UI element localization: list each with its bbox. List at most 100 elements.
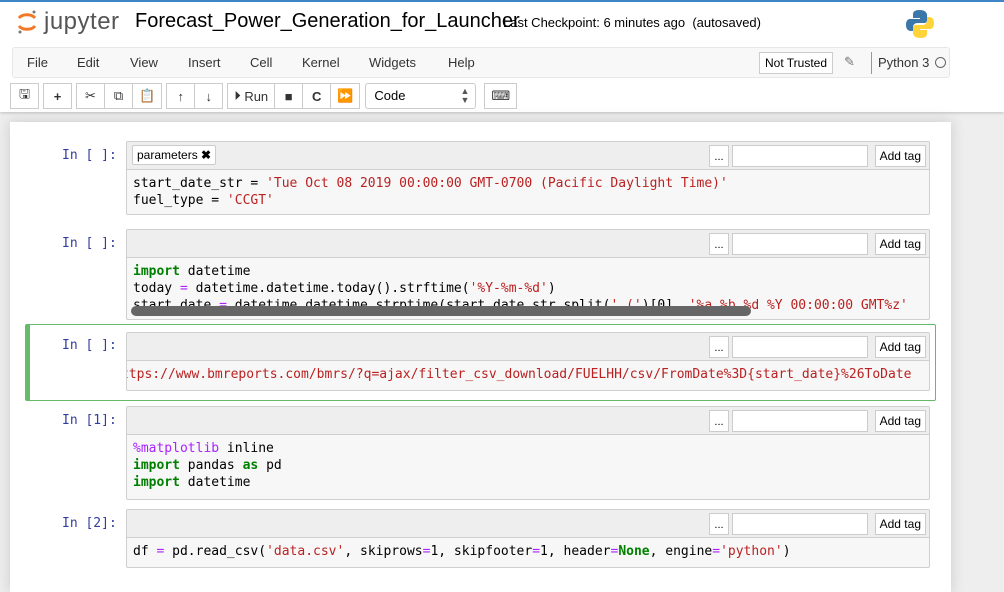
kernel-indicator: Python 3 — [871, 52, 947, 74]
input-prompt: In [ ]: — [62, 236, 117, 251]
add-tag-button[interactable]: Add tag — [874, 513, 926, 535]
add-cell-icon[interactable]: + — [43, 83, 72, 109]
move-up-icon[interactable]: ↑ — [166, 83, 196, 109]
tag-label: parameters — [137, 148, 198, 162]
tag-toolbar: ... Add tag — [127, 407, 929, 435]
pencil-icon[interactable]: ✎ — [844, 54, 855, 70]
code-editor[interactable]: df = pd.read_csv('data.csv', skiprows=1,… — [127, 538, 929, 565]
add-tag-button[interactable]: Add tag — [874, 233, 926, 255]
input-prompt: In [ ]: — [62, 338, 117, 353]
add-tag-button[interactable]: Add tag — [874, 336, 926, 358]
code-token: pd.read_csv( — [164, 544, 267, 559]
input-prompt: In [2]: — [62, 516, 117, 531]
autosave-text: (autosaved) — [692, 15, 761, 30]
menu-help[interactable]: Help — [448, 55, 475, 70]
code-token: datetime — [179, 475, 251, 490]
fast-forward-icon[interactable]: ⏩ — [330, 83, 361, 109]
menu-cell[interactable]: Cell — [250, 55, 272, 70]
add-tag-button[interactable]: Add tag — [874, 410, 926, 432]
cut-icon[interactable]: ✂ — [76, 83, 105, 109]
add-tag-button[interactable]: Add tag — [874, 145, 926, 167]
not-trusted-button[interactable]: Not Trusted — [759, 52, 834, 74]
tag-input[interactable] — [732, 410, 868, 432]
cell-input[interactable]: ... Add tag import datetime today = datet… — [126, 229, 930, 320]
code-token: 'python' — [720, 544, 783, 559]
menu-widgets[interactable]: Widgets — [369, 55, 416, 70]
code-token: ) — [782, 544, 791, 559]
stop-icon[interactable]: ■ — [274, 83, 304, 109]
code-editor[interactable]: %matplotlib inline import pandas as pd imp… — [127, 435, 929, 496]
kernel-name: Python 3 — [878, 55, 930, 70]
menu-file[interactable]: File — [27, 55, 48, 70]
code-token: , skiprows — [344, 544, 423, 559]
keyboard-icon[interactable]: ⌨ — [484, 83, 518, 109]
tag-input[interactable] — [732, 336, 868, 358]
code-token: ) — [547, 281, 556, 296]
paste-icon[interactable]: 📋 — [132, 83, 163, 109]
code-line: fuel_type = 'CCGT' — [133, 192, 923, 209]
code-token: fuel_type = — [133, 193, 227, 208]
code-token: start_date_str = — [133, 176, 267, 191]
notebook-title[interactable]: Forecast_Power_Generation_for_Launcher — [135, 10, 520, 33]
remove-tag-icon[interactable]: ✖ — [201, 148, 211, 162]
code-cell[interactable]: In [ ]: parameters ✖ ... Add tag start_d… — [25, 140, 936, 216]
code-line: import datetime — [133, 474, 923, 491]
code-cell[interactable]: In [1]: ... Add tag %matplotlib inline im… — [25, 405, 936, 501]
run-icon: ⏵ — [234, 88, 241, 103]
menu-kernel[interactable]: Kernel — [302, 55, 340, 70]
menu-view[interactable]: View — [130, 55, 158, 70]
tag-menu-button[interactable]: ... — [709, 410, 729, 432]
code-token: import — [133, 458, 180, 473]
code-cell[interactable]: In [ ]: ... Add tag ttps://www.bmreports… — [25, 324, 936, 401]
code-token: as — [242, 458, 259, 473]
code-cell[interactable]: In [ ]: ... Add tag import datetime today… — [25, 228, 936, 321]
code-token: , engine — [649, 544, 713, 559]
menu-edit[interactable]: Edit — [77, 55, 99, 70]
restart-icon[interactable]: C — [302, 83, 332, 109]
tag-input[interactable] — [732, 513, 868, 535]
code-cell[interactable]: In [2]: ... Add tag df = pd.read_csv('da… — [25, 508, 936, 569]
code-token: ttps://www.bmreports.com/bmrs/?q=ajax/fi… — [126, 367, 912, 382]
cell-type-select[interactable]: Code ▲ ▼ — [365, 83, 477, 109]
tag-menu-button[interactable]: ... — [709, 145, 729, 167]
code-token: 'CCGT' — [226, 193, 274, 208]
select-arrows-icon: ▲ ▼ — [460, 86, 470, 105]
run-label: Run — [244, 88, 269, 104]
save-icon[interactable]: 🖫 — [10, 83, 39, 109]
cell-input[interactable]: ... Add tag %matplotlib inline import pan… — [126, 406, 930, 500]
code-token: today — [133, 281, 180, 296]
tag-input[interactable] — [732, 233, 868, 255]
code-editor[interactable]: import datetime today = datetime.datetime… — [127, 258, 929, 319]
header: jupyter Forecast_Power_Generation_for_La… — [0, 0, 1004, 112]
run-button[interactable]: ⏵ Run — [227, 83, 276, 109]
cell-input[interactable]: ... Add tag ttps://www.bmreports.com/bmr… — [126, 332, 930, 391]
menu-insert[interactable]: Insert — [188, 55, 221, 70]
code-token: import — [133, 264, 180, 279]
copy-icon[interactable]: ⧉ — [104, 83, 133, 109]
code-token: pd — [258, 458, 282, 473]
code-token: %matplotlib — [133, 441, 220, 456]
toolbar: 🖫 + ✂ ⧉ 📋 ↑ ↓ ⏵ Run ■ C ⏩ Code ▲ ▼ ⌨ — [10, 83, 518, 109]
tag-toolbar: ... Add tag — [127, 333, 929, 361]
code-token: 1, header — [540, 544, 611, 559]
tag-chip[interactable]: parameters ✖ — [132, 145, 217, 165]
code-token: = — [532, 544, 541, 559]
tag-menu-button[interactable]: ... — [709, 233, 729, 255]
jupyter-logo[interactable]: jupyter — [16, 8, 120, 36]
tag-menu-button[interactable]: ... — [709, 336, 729, 358]
checkpoint-text: Last Checkpoint: 6 minutes ago — [503, 15, 686, 30]
move-down-icon[interactable]: ↓ — [194, 83, 224, 109]
code-editor[interactable]: start_date_str = 'Tue Oct 08 2019 00:00:… — [127, 170, 929, 214]
code-line: %matplotlib inline — [133, 440, 923, 457]
code-line: today = datetime.datetime.today().strfti… — [133, 280, 923, 297]
code-editor[interactable]: ttps://www.bmreports.com/bmrs/?q=ajax/fi… — [126, 361, 929, 388]
jupyter-logo-icon — [17, 10, 37, 34]
tag-toolbar: parameters ✖ ... Add tag — [127, 142, 929, 170]
cell-input[interactable]: parameters ✖ ... Add tag start_date_str … — [126, 141, 930, 215]
tag-input[interactable] — [732, 145, 868, 167]
menubar: File Edit View Insert Cell Kernel Widget… — [12, 47, 950, 78]
cell-input[interactable]: ... Add tag df = pd.read_csv('data.csv',… — [126, 509, 930, 568]
code-line: import datetime — [133, 263, 923, 280]
tag-menu-button[interactable]: ... — [709, 513, 729, 535]
horizontal-scrollbar[interactable] — [131, 306, 751, 316]
